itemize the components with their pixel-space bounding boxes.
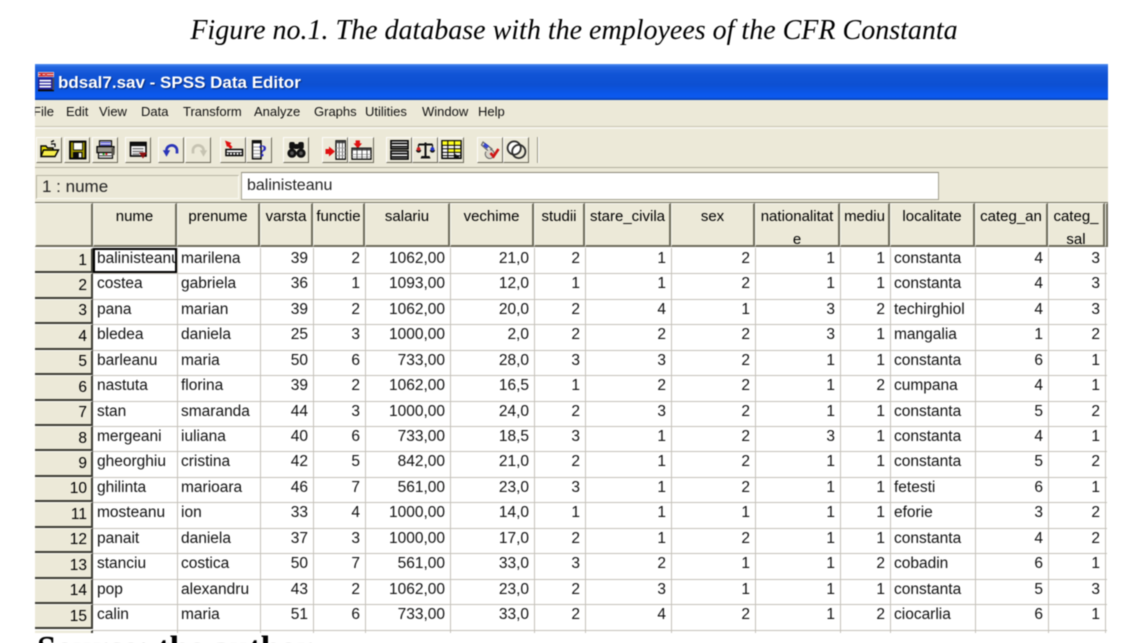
- svg-text:?: ?: [259, 142, 268, 161]
